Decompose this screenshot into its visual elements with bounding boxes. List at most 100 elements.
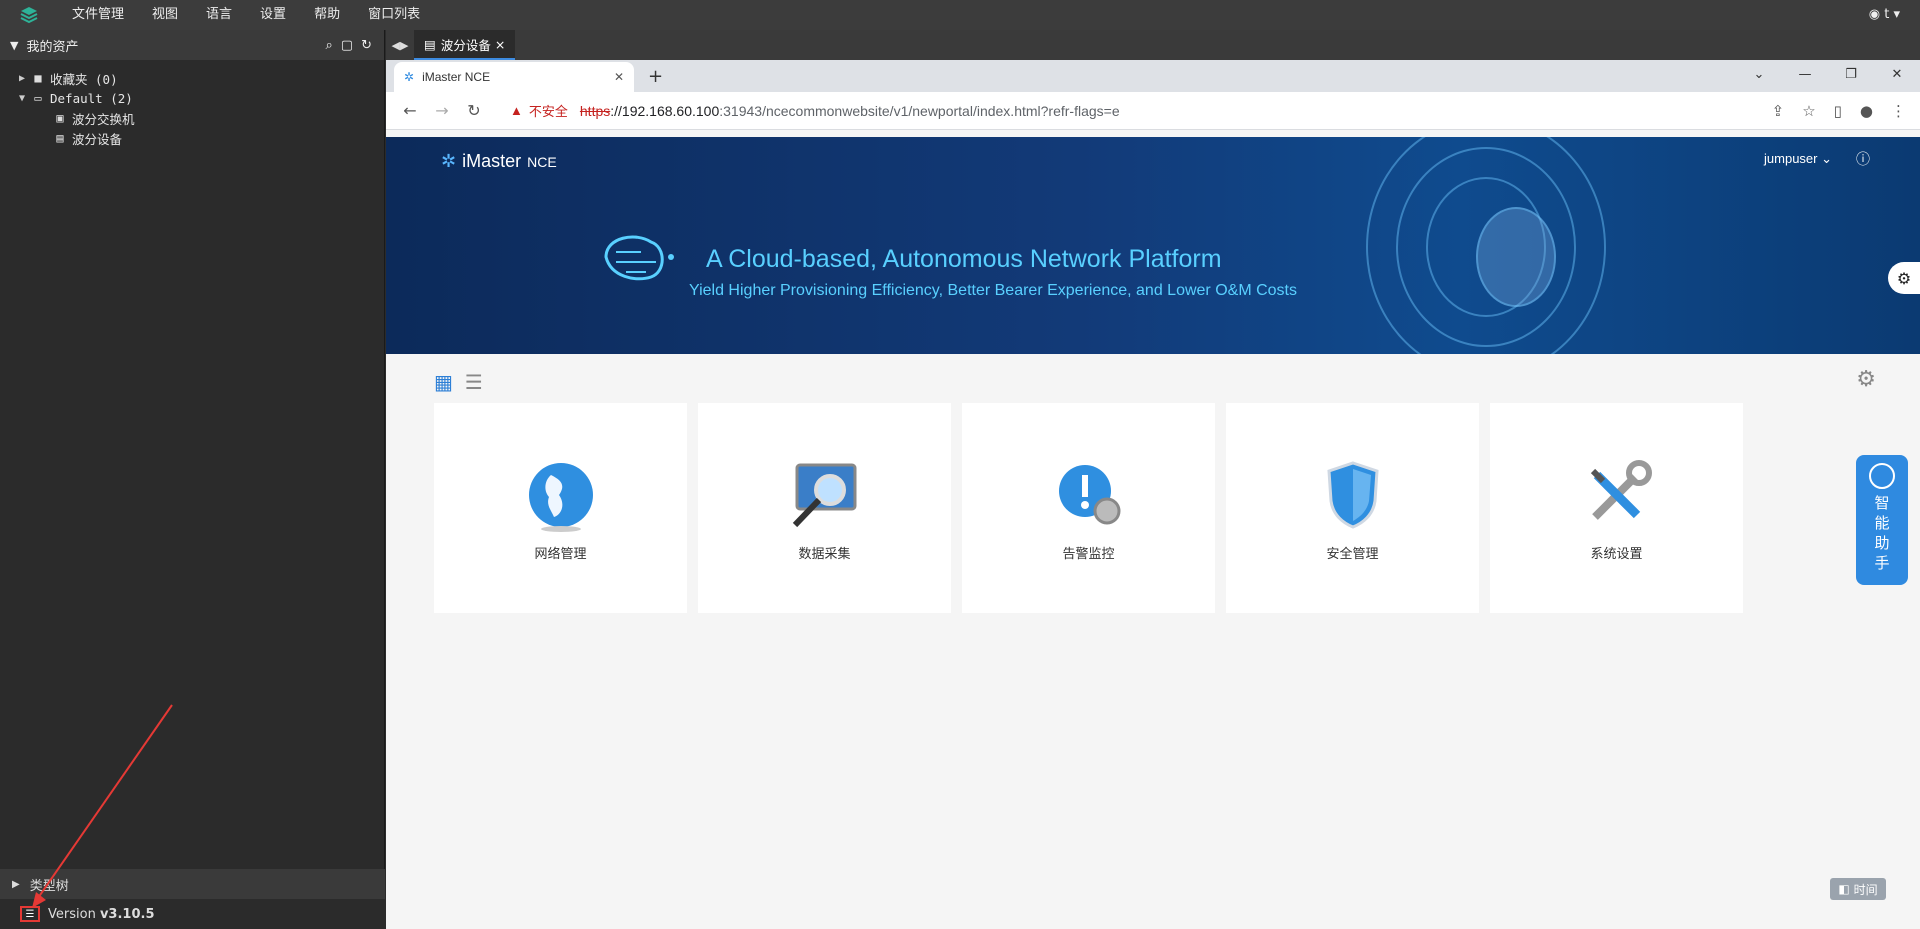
tree-item-default[interactable]: ▼ ▭ Default (2) <box>0 88 384 108</box>
device-icon: ▤ <box>56 131 64 145</box>
assets-header[interactable]: ▼ 我的资产 ⌕ ▢ ↻ <box>0 30 384 60</box>
close-icon[interactable]: × <box>495 37 505 52</box>
card-label: 告警监控 <box>1062 546 1115 562</box>
tree-item-favorites[interactable]: ▶ ■ 收藏夹 (0) <box>0 68 384 88</box>
card-security-management[interactable]: 安全管理 <box>1226 403 1479 613</box>
more-icon[interactable]: ⋮ <box>1891 102 1906 120</box>
card-label: 系统设置 <box>1590 546 1643 562</box>
portal-user-menu[interactable]: jumpuser ⌄ <box>1764 151 1832 167</box>
tree-label: 收藏夹 (0) <box>50 71 118 87</box>
user-name: t <box>1884 7 1890 22</box>
tree-label: 波分交换机 <box>72 111 135 127</box>
url-scheme: https <box>579 102 611 119</box>
card-network-management[interactable]: 网络管理 <box>434 403 687 613</box>
user-menu[interactable]: ◉ t ▾ <box>1869 0 1900 30</box>
tree-item-wdm-switch[interactable]: ▣ 波分交换机 <box>0 108 384 128</box>
menu-window-list[interactable]: 窗口列表 <box>354 0 434 30</box>
tab-wdm-device[interactable]: ▤ 波分设备 × <box>414 30 516 60</box>
type-tree-header[interactable]: ▶ 类型树 <box>0 869 385 899</box>
app-logo-icon <box>0 0 58 30</box>
asset-tree: ▶ ■ 收藏夹 (0) ▼ ▭ Default (2) ▣ 波分交换机 ▤ 波分… <box>0 60 384 148</box>
chevron-down-icon: ▾ <box>1893 7 1900 22</box>
switch-icon: ▣ <box>56 111 64 125</box>
tree-item-wdm-device[interactable]: ▤ 波分设备 <box>0 128 384 148</box>
shield-icon <box>1326 460 1379 529</box>
version-bar: ☰ Version v3.10.5 <box>0 899 385 929</box>
menubar: 文件管理 视图 语言 设置 帮助 窗口列表 ◉ t ▾ <box>0 0 1920 30</box>
restore-icon[interactable]: ❐ <box>1828 60 1874 88</box>
brain-circuit-icon <box>604 235 674 281</box>
browser-tab[interactable]: ✲ iMaster NCE ✕ <box>394 62 634 92</box>
portal-user-name: jumpuser <box>1764 151 1818 166</box>
menu-language[interactable]: 语言 <box>192 0 246 30</box>
tree-label: Default (2) <box>50 90 133 106</box>
caret-down-icon: ▼ <box>10 38 19 52</box>
alarm-icon <box>1058 464 1120 524</box>
url-host: ://192.168.60.100 <box>610 102 720 119</box>
close-icon[interactable]: ✕ <box>614 70 624 84</box>
chevron-down-icon[interactable]: ⌄ <box>1736 60 1782 88</box>
brand-logo: ✲ iMaster NCE <box>441 151 557 172</box>
folder-icon: ■ <box>34 71 42 85</box>
search-icon[interactable]: ⌕ <box>326 38 333 53</box>
caret-down-icon[interactable]: ▼ <box>14 93 30 104</box>
session-tabstrip: ◀▶ ▤ 波分设备 × <box>386 30 1920 60</box>
time-label: 时间 <box>1853 882 1878 897</box>
menu-view[interactable]: 视图 <box>138 0 192 30</box>
refresh-icon[interactable]: ↻ <box>361 38 372 53</box>
grid-view-icon[interactable]: ▦ <box>434 370 453 394</box>
minimize-icon[interactable]: — <box>1782 60 1828 88</box>
settings-cog-icon[interactable]: ⚙ <box>1856 367 1876 392</box>
folder-open-icon: ▭ <box>34 91 42 105</box>
menu-file[interactable]: 文件管理 <box>58 0 138 30</box>
browser-window: ✲ iMaster NCE ✕ + ⌄ — ❐ ✕ ← → ↻ ▲ 不安全 ht… <box>386 60 1920 929</box>
banner-title: A Cloud-based, Autonomous Network Platfo… <box>706 245 1222 273</box>
share-icon[interactable]: ⇪ <box>1772 102 1785 120</box>
browser-tabbar: ✲ iMaster NCE ✕ + ⌄ — ❐ ✕ <box>386 60 1920 92</box>
new-tab-icon[interactable]: + <box>648 66 663 87</box>
menu-help[interactable]: 帮助 <box>300 0 354 30</box>
assistant-char: 智 <box>1874 494 1890 512</box>
menu-settings[interactable]: 设置 <box>246 0 300 30</box>
banner-subtitle: Yield Higher Provisioning Efficiency, Be… <box>689 282 1297 299</box>
tree-label: 波分设备 <box>72 131 123 147</box>
tab-scroll-arrows-icon[interactable]: ◀▶ <box>386 39 414 52</box>
sidepanel-icon[interactable]: ▯ <box>1834 102 1842 120</box>
version-number: v3.10.5 <box>99 906 155 922</box>
nce-logo-icon: ✲ <box>441 151 457 171</box>
help-icon[interactable]: ⓘ <box>1856 149 1870 169</box>
smart-assistant-button[interactable]: 智 能 助 手 <box>1856 455 1908 585</box>
browser-tab-title: iMaster NCE <box>422 70 491 84</box>
time-button[interactable]: ◧ 时间 <box>1830 878 1886 900</box>
url-path: :31943/ncecommonwebsite/v1/newportal/ind… <box>719 102 1120 119</box>
chat-bubble-icon <box>1869 463 1895 489</box>
assistant-char: 能 <box>1874 514 1890 532</box>
assets-title: 我的资产 <box>26 39 79 55</box>
url-field[interactable]: ▲ 不安全 https://192.168.60.100:31943/nceco… <box>510 97 1772 125</box>
address-bar: ← → ↻ ▲ 不安全 https://192.168.60.100:31943… <box>386 92 1920 130</box>
back-icon[interactable]: ← <box>394 101 426 120</box>
list-view-icon[interactable]: ☰ <box>465 370 483 394</box>
window-controls: ⌄ — ❐ ✕ <box>1736 60 1920 88</box>
clock-icon: ◧ <box>1838 882 1850 896</box>
assistant-char: 手 <box>1874 554 1890 572</box>
user-icon: ◉ <box>1868 7 1881 22</box>
gear-icon[interactable]: ⚙ <box>1888 262 1920 294</box>
list-icon[interactable]: ☰ <box>20 906 40 922</box>
nce-favicon-icon: ✲ <box>404 70 415 84</box>
forward-icon[interactable]: → <box>426 101 458 120</box>
type-tree-label: 类型树 <box>29 878 69 894</box>
card-system-settings[interactable]: 系统设置 <box>1490 403 1743 613</box>
warning-icon: ▲ <box>510 103 523 118</box>
card-data-collection[interactable]: 数据采集 <box>698 403 951 613</box>
star-icon[interactable]: ☆ <box>1802 102 1815 120</box>
caret-right-icon: ▶ <box>12 878 20 890</box>
caret-right-icon[interactable]: ▶ <box>14 73 30 84</box>
square-icon[interactable]: ▢ <box>341 38 353 53</box>
card-label: 安全管理 <box>1326 546 1379 562</box>
brand-name: iMaster <box>462 151 522 171</box>
reload-icon[interactable]: ↻ <box>458 101 490 120</box>
close-icon[interactable]: ✕ <box>1874 60 1920 88</box>
card-alarm-monitoring[interactable]: 告警监控 <box>962 403 1215 613</box>
profile-icon[interactable]: ● <box>1860 102 1873 120</box>
